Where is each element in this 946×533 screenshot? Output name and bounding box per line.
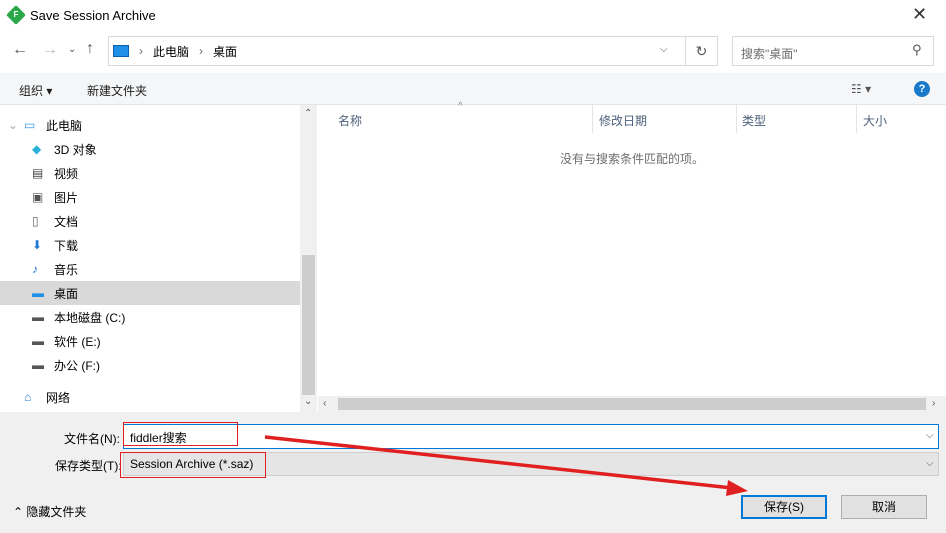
- annotation-arrow: [264, 435, 748, 496]
